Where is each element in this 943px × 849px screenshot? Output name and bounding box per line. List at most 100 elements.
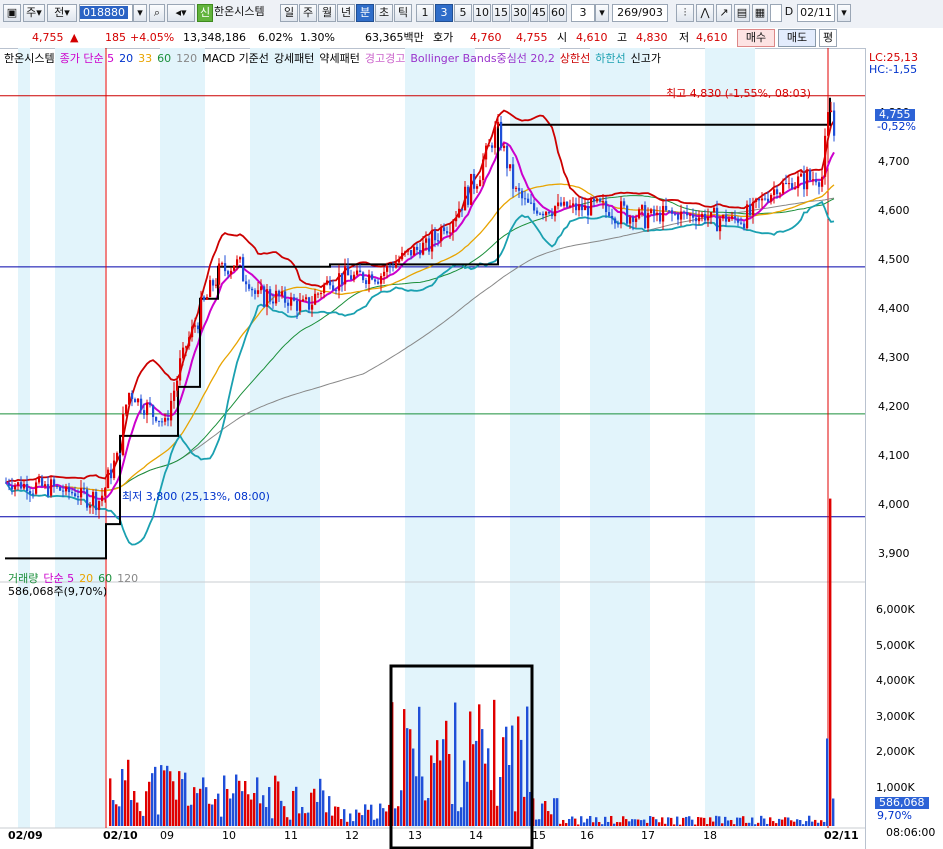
interval-tab[interactable]: 1: [416, 4, 434, 22]
candle: [146, 402, 149, 415]
date-checkbox[interactable]: [770, 4, 782, 22]
candle: [734, 216, 737, 219]
volume-bar: [823, 821, 826, 826]
candle: [185, 346, 188, 348]
candle: [527, 198, 530, 203]
legend-item: 20: [119, 52, 134, 65]
candle: [632, 217, 635, 222]
candle: [248, 284, 251, 289]
candle: [719, 218, 722, 232]
period-tab[interactable]: 분: [356, 4, 374, 22]
eval-button[interactable]: 평: [819, 29, 837, 47]
volume-bar: [751, 817, 754, 826]
low-annotation: 최저 3,800 (25,13%, 08:00): [122, 490, 270, 503]
save-icon[interactable]: ▤: [734, 4, 750, 22]
period-tab[interactable]: 년: [337, 4, 355, 22]
buy-button[interactable]: 매수: [737, 29, 775, 47]
interval-input[interactable]: 3: [571, 4, 595, 22]
candle: [260, 286, 263, 291]
interval-tab[interactable]: 45: [530, 4, 548, 22]
interval-tab[interactable]: 15: [492, 4, 510, 22]
interval-tab[interactable]: 10: [473, 4, 491, 22]
candle: [452, 221, 455, 233]
period-tab[interactable]: 월: [318, 4, 336, 22]
date-input[interactable]: 02/11: [797, 4, 835, 22]
volume-bar: [463, 760, 466, 826]
indicator-icon[interactable]: ⋀: [696, 4, 714, 22]
volume-bar: [118, 806, 121, 826]
candle: [311, 304, 314, 310]
sell-button[interactable]: 매도: [778, 29, 816, 47]
candle: [587, 206, 590, 216]
volume-bar: [400, 790, 403, 826]
volume-bar: [796, 819, 799, 826]
volume-bar: [157, 814, 160, 826]
candle: [593, 198, 596, 202]
candle: [548, 211, 551, 214]
legend-item: 종가 단순 5: [59, 52, 115, 65]
candle: [167, 418, 170, 421]
interval-dropdown-icon[interactable]: ▾: [595, 4, 609, 22]
sound-icon[interactable]: ◂▾: [167, 4, 195, 22]
volume-bar: [541, 803, 544, 826]
candle: [299, 301, 302, 311]
candle: [380, 275, 383, 284]
candle: [215, 284, 218, 286]
candle: [491, 145, 494, 148]
period-tab[interactable]: 일: [280, 4, 298, 22]
candle: [404, 251, 407, 253]
volume-bar: [265, 807, 268, 826]
period-tab[interactable]: 주: [299, 4, 317, 22]
candle: [155, 417, 158, 421]
interval-tab[interactable]: 30: [511, 4, 529, 22]
code-dropdown-icon[interactable]: ▾: [133, 4, 147, 22]
market-select[interactable]: 주▾: [23, 4, 45, 22]
volume-bar: [160, 765, 163, 826]
candle-type-icon[interactable]: ⫶: [676, 4, 694, 22]
candle: [86, 489, 89, 508]
print-icon[interactable]: ▦: [752, 4, 768, 22]
volume-bar: [637, 819, 640, 826]
candle: [752, 201, 755, 216]
stock-code-input[interactable]: 018880: [79, 4, 133, 22]
volume-bar: [466, 781, 469, 826]
current-price: 4,755: [32, 31, 64, 44]
candle: [53, 479, 56, 487]
candle: [434, 230, 437, 241]
price-chart[interactable]: [0, 48, 943, 849]
volume-bar: [250, 799, 253, 826]
prev-select[interactable]: 전▾: [47, 4, 77, 22]
candle: [671, 210, 674, 214]
volume-bar: [814, 819, 817, 826]
period-tab[interactable]: 틱: [394, 4, 412, 22]
volume-bar: [163, 770, 166, 826]
price-tick: 3,900: [878, 546, 910, 560]
volume-bar: [442, 739, 445, 826]
volume-bar: [469, 711, 472, 826]
period-tab[interactable]: 초: [375, 4, 393, 22]
candle: [758, 198, 761, 201]
search-icon[interactable]: ⌕: [149, 4, 165, 22]
low-label: 저: [679, 31, 690, 44]
interval-tab[interactable]: 60: [549, 4, 567, 22]
volume-bar: [496, 805, 499, 826]
volume-bar: [130, 800, 133, 826]
volume-bar: [454, 702, 457, 826]
candle: [806, 170, 809, 190]
candle: [530, 202, 533, 204]
candle: [113, 460, 116, 479]
volume-bar: [424, 800, 427, 826]
volume-bar: [376, 818, 379, 826]
volume-bar: [787, 817, 790, 826]
layout-icon[interactable]: ▣: [3, 4, 21, 22]
draw-tool-icon[interactable]: ↗: [716, 4, 732, 22]
interval-tab[interactable]: 3: [435, 4, 453, 22]
interval-tab[interactable]: 5: [454, 4, 472, 22]
calendar-icon[interactable]: ▾: [837, 4, 851, 22]
volume-bar: [196, 793, 199, 826]
candle: [95, 491, 98, 511]
volume-bar: [730, 819, 733, 826]
turnover-rate: 6.02%: [258, 31, 293, 44]
volume-bar: [703, 817, 706, 826]
volume-pct-tag: 9,70%: [877, 809, 912, 822]
